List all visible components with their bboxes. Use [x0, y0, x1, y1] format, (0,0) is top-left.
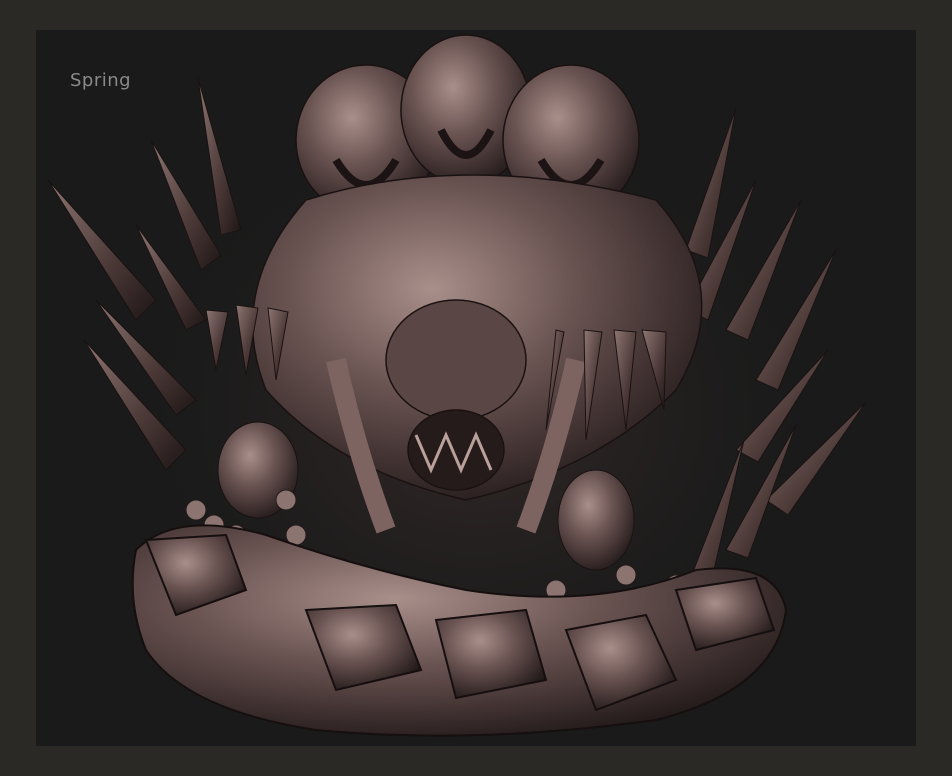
- sculpture-render: [47, 34, 867, 737]
- render-viewport: Spring: [36, 30, 916, 746]
